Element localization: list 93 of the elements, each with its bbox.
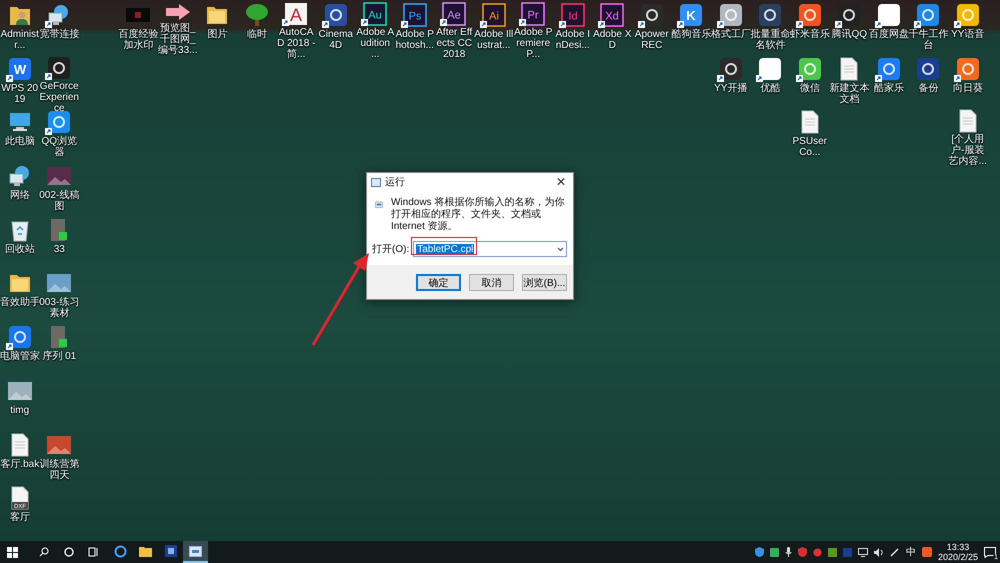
command-value: TabletPC.cpl bbox=[416, 244, 474, 254]
icon-label: 33 bbox=[52, 244, 66, 255]
windows-logo-icon bbox=[7, 546, 18, 558]
icon-label: 宽带连接 bbox=[39, 29, 80, 40]
icon-label: 客厅.bak bbox=[0, 458, 40, 470]
icon-label: 电脑管家 bbox=[0, 351, 40, 362]
shield-icon[interactable] bbox=[798, 547, 807, 557]
icon-label: YY开播 bbox=[713, 82, 748, 94]
folder-icon bbox=[139, 546, 152, 556]
shield-icon[interactable] bbox=[754, 547, 764, 557]
app-logo-icon: Ae bbox=[442, 2, 466, 26]
app-icon: W bbox=[8, 56, 32, 81]
icon-label: 预览图_千图网_编号33... bbox=[158, 22, 198, 56]
app-tray-icon[interactable] bbox=[770, 548, 779, 556]
icon-label: 客厅 bbox=[8, 512, 31, 524]
search-icon bbox=[38, 547, 48, 557]
dialog-button[interactable]: 确定 bbox=[416, 274, 461, 291]
icon-label: Cinema 4D bbox=[318, 29, 354, 51]
icon-label: 虾米音乐 bbox=[790, 29, 830, 40]
app-logo-icon: A bbox=[284, 2, 308, 26]
icon-label: 腾讯QQ bbox=[830, 29, 868, 40]
icon-label: 此电脑 bbox=[4, 136, 36, 148]
app-icon: K bbox=[679, 3, 704, 27]
icon-label: 格式工厂 bbox=[710, 29, 751, 40]
icon-label: After Effects CC 2018 bbox=[435, 27, 474, 60]
command-input-field[interactable]: TabletPC.cpl bbox=[413, 241, 567, 257]
taskbar-app-button[interactable] bbox=[183, 541, 208, 563]
icon-label: 新建文本文档 bbox=[829, 82, 870, 105]
highlight-box bbox=[411, 237, 477, 255]
icon-label: 酷家乐 bbox=[872, 82, 905, 94]
icon-label: WPS 2019 bbox=[0, 82, 40, 105]
browser-icon bbox=[114, 544, 127, 558]
app-logo-icon: Au bbox=[363, 2, 388, 26]
icon-label: 临时 bbox=[246, 29, 268, 40]
app-icon bbox=[164, 545, 176, 557]
icon-label: 千牛工作台 bbox=[908, 29, 948, 51]
icon-label: 酷狗音乐 bbox=[671, 29, 712, 40]
caret-icon[interactable] bbox=[557, 246, 564, 252]
icon-label: timg bbox=[9, 404, 30, 416]
icon-label: 百度经验加水印 bbox=[118, 29, 158, 51]
icon-label: Adobe Premiere P... bbox=[513, 27, 554, 60]
icon-label: 优酷 bbox=[759, 82, 782, 94]
icon-label: 003-练习素材 bbox=[39, 297, 80, 320]
icon-label: PSUserCo... bbox=[792, 136, 828, 158]
icon-label: YY语音 bbox=[950, 29, 986, 40]
icon-label: 百度网盘 bbox=[868, 29, 909, 40]
icon-label: 音效助手 bbox=[0, 297, 40, 308]
icon-label: Adobe InDesi... bbox=[554, 29, 591, 51]
icon-label: 批量重命名软件 bbox=[750, 29, 790, 51]
icon-label: [个人用户-服装艺内容... bbox=[948, 134, 988, 168]
pen-icon[interactable] bbox=[890, 547, 900, 557]
window-title: 运行 bbox=[385, 176, 406, 189]
icon-label: 图片 bbox=[206, 29, 228, 40]
clock[interactable]: 13:33 2020/2/25 bbox=[938, 542, 978, 562]
icon-label: 序列 01 bbox=[41, 351, 78, 362]
icon-label: 002-线稿图 bbox=[39, 190, 80, 212]
close-button[interactable]: ✕ bbox=[552, 175, 569, 189]
icon-label: 微信 bbox=[798, 82, 821, 94]
icon-label: Adobe XD bbox=[592, 29, 632, 51]
icon-label: QQ浏览器 bbox=[40, 136, 78, 158]
icon-label: ApowerREC bbox=[634, 29, 670, 51]
app-logo-icon: Id bbox=[560, 3, 585, 27]
clock-time: 13:33 bbox=[946, 542, 970, 552]
circle-icon bbox=[64, 547, 74, 557]
clock-date: 2020/2/25 bbox=[938, 552, 978, 562]
app-logo-icon: Ps bbox=[402, 3, 427, 27]
app-logo-icon: Ai bbox=[482, 3, 506, 27]
run-app-icon bbox=[371, 178, 381, 186]
microphone-icon[interactable] bbox=[784, 547, 792, 557]
instruction-text: Windows 将根据你所输入的名称，为你打开相应的程序、文件夹、文档或 Internet 资源。 bbox=[390, 197, 565, 233]
icon-label: Administr... bbox=[0, 29, 39, 51]
app-logo-icon: Pr bbox=[521, 2, 546, 26]
task-view-icon bbox=[88, 547, 99, 557]
icon-label: 训练营第四天 bbox=[39, 458, 80, 480]
icon-label: GeForce Experience bbox=[39, 80, 80, 114]
dialog-button[interactable]: 取消 bbox=[469, 274, 514, 291]
icon-label: 向日葵 bbox=[952, 82, 984, 94]
record-dot-icon[interactable] bbox=[812, 548, 822, 556]
icon-label: 回收站 bbox=[4, 244, 36, 255]
icon-label: Adobe Photosh... bbox=[394, 29, 435, 51]
icon-label: AutoCAD 2018 - 简... bbox=[276, 27, 316, 60]
speaker-icon[interactable] bbox=[874, 548, 884, 556]
run-app-icon bbox=[189, 546, 202, 556]
app-logo-icon: Xd bbox=[600, 3, 624, 27]
icon-label: Adobe Illustrat... bbox=[474, 29, 514, 51]
dialog-button[interactable]: 浏览(B)... bbox=[522, 274, 567, 291]
input-method-indicator[interactable]: 中 bbox=[906, 545, 916, 559]
icon-label: 备份 bbox=[917, 82, 940, 94]
notification-icon bbox=[984, 546, 996, 558]
open-label: 打开(O): bbox=[372, 242, 410, 256]
monitor-icon[interactable] bbox=[858, 548, 868, 556]
icon-label: 网络 bbox=[8, 190, 31, 202]
icon-label: Adobe Audition ... bbox=[355, 27, 396, 60]
